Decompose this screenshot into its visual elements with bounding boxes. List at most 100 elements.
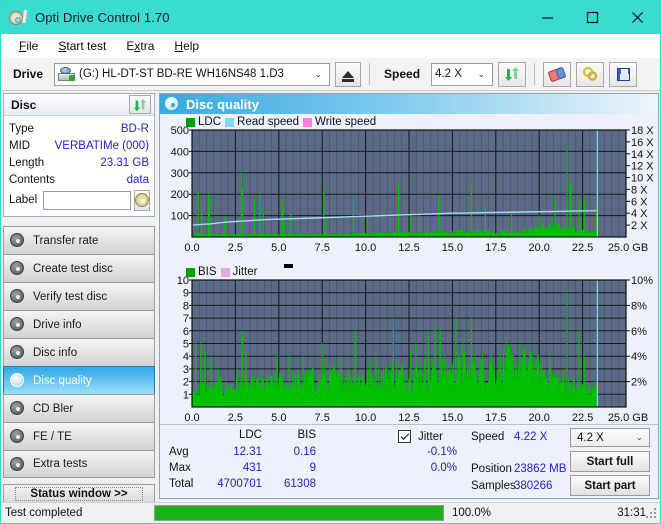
x-tick-label: 0.0 bbox=[184, 412, 199, 424]
scroll-marker bbox=[284, 264, 293, 268]
chevron-down-icon: ⌄ bbox=[314, 68, 323, 79]
stats-avg-bis: 0.16 bbox=[293, 446, 316, 458]
sidebar-item-create-test-disc[interactable]: Create test disc bbox=[3, 254, 155, 282]
stats-jitter-max: 0.0% bbox=[430, 462, 457, 474]
disc-row-type-value: BD-R bbox=[120, 122, 149, 135]
y-tick-label: 8 bbox=[183, 300, 189, 312]
y2-tick-label: 6% bbox=[631, 326, 647, 338]
legend-swatch-ldc bbox=[186, 117, 195, 127]
close-icon[interactable] bbox=[615, 1, 660, 34]
refresh-icon bbox=[505, 67, 520, 81]
x-tick-label: 15.0 bbox=[442, 242, 463, 254]
y2-tick-label: 10% bbox=[631, 275, 653, 287]
menu-file-label: ile bbox=[26, 39, 39, 53]
x-tick-label: 20.0 bbox=[528, 242, 549, 254]
minimize-icon[interactable] bbox=[525, 1, 570, 34]
chevron-down-icon: ⌄ bbox=[635, 432, 643, 442]
status-message: Test completed bbox=[5, 506, 83, 519]
erase-button[interactable] bbox=[543, 61, 572, 87]
x-tick-label: 2.5 bbox=[228, 242, 243, 254]
refresh-button[interactable] bbox=[498, 61, 527, 87]
stats-panel: LDC BIS Avg Max Total 12.31 431 4700701 … bbox=[160, 424, 658, 498]
disc-label-key: Label bbox=[9, 194, 38, 206]
legend-ldc: LDC bbox=[186, 116, 221, 128]
y2-tick-label: 18 X bbox=[631, 125, 654, 137]
speed-label: Speed bbox=[384, 67, 421, 81]
x-tick-label: 2.5 bbox=[228, 412, 243, 424]
progress-bar bbox=[154, 504, 444, 521]
disc-row-mid-value: VERBATIMe (000) bbox=[54, 139, 149, 152]
x-tick-label: 5.0 bbox=[271, 242, 286, 254]
drive-select-value: (G:) HL-DT-ST BD-RE WH16NS48 1.D3 bbox=[79, 68, 284, 80]
start-full-label: Start full bbox=[586, 455, 634, 468]
eject-button[interactable] bbox=[335, 61, 362, 87]
sidebar-item-transfer-rate[interactable]: Transfer rate bbox=[3, 226, 155, 254]
start-part-button[interactable]: Start part bbox=[570, 475, 650, 496]
x-tick-label: 22.5 bbox=[572, 412, 593, 424]
sidebar-item-label: Create test disc bbox=[33, 262, 113, 275]
stats-row-avg: Avg bbox=[169, 446, 189, 458]
y2-tick-label: 10 X bbox=[631, 173, 654, 185]
legend-label-ldc: LDC bbox=[198, 116, 222, 128]
sidebar-item-label: Transfer rate bbox=[33, 234, 99, 247]
menu-extra[interactable]: Extra bbox=[117, 36, 163, 56]
y-tick-label: 100 bbox=[171, 211, 189, 223]
ldc-chart-legend: LDC Read speed Write speed bbox=[186, 116, 376, 128]
disc-panel: Disc Type BD-R MID VERBATIMe (000) Lengt… bbox=[3, 93, 155, 217]
test-speed-select[interactable]: 4.2 X ⌄ bbox=[570, 428, 650, 447]
app-disc-icon bbox=[9, 9, 28, 27]
legend-read-speed: Read speed bbox=[225, 116, 299, 128]
sidebar-item-drive-info[interactable]: Drive info bbox=[3, 310, 155, 338]
legend-swatch-read-speed bbox=[225, 117, 235, 127]
sidebar-item-cd-bler[interactable]: CD Bler bbox=[3, 394, 155, 422]
gear-icon bbox=[582, 66, 598, 81]
disc-refresh-button[interactable] bbox=[129, 95, 151, 114]
disc-label-input[interactable] bbox=[43, 190, 132, 210]
bis-chart-legend: BIS Jitter bbox=[186, 264, 293, 278]
sidebar-item-label: Extra tests bbox=[33, 458, 88, 470]
stats-col-bis: BIS bbox=[297, 429, 316, 441]
sidebar-item-label: FE / TE bbox=[33, 430, 72, 443]
sidebar-item-fe-te[interactable]: FE / TE bbox=[3, 422, 155, 450]
main-panel-header: Disc quality bbox=[160, 94, 658, 114]
stats-speed-label: Speed bbox=[471, 431, 505, 443]
y2-tick-label: 4% bbox=[631, 351, 647, 363]
status-window-button[interactable]: Status window >> bbox=[3, 484, 155, 504]
x-tick-label: 22.5 bbox=[572, 242, 593, 254]
disc-row-length: Length 23.31 GB bbox=[9, 154, 149, 171]
disc-panel-title: Disc bbox=[11, 97, 37, 112]
settings-button[interactable] bbox=[576, 61, 605, 87]
menu-help-label: elp bbox=[183, 39, 200, 53]
toolbar-divider-2 bbox=[534, 63, 536, 85]
resize-grip-icon[interactable] bbox=[646, 508, 658, 520]
legend-label-jitter: Jitter bbox=[232, 266, 258, 278]
menu-file[interactable]: File bbox=[10, 36, 47, 56]
sidebar-item-verify-test-disc[interactable]: Verify test disc bbox=[3, 282, 155, 310]
left-sidebar: Disc Type BD-R MID VERBATIMe (000) Lengt… bbox=[3, 93, 155, 504]
drive-select[interactable]: (G:) HL-DT-ST BD-RE WH16NS48 1.D3 ⌄ bbox=[54, 62, 331, 86]
x-tick-label: 20.0 bbox=[528, 412, 549, 424]
save-button[interactable] bbox=[609, 61, 638, 87]
y2-tick-label: 14 X bbox=[631, 149, 654, 161]
progress-bar-fill bbox=[155, 505, 443, 520]
sidebar-item-label: CD Bler bbox=[33, 402, 74, 415]
toolbar: Drive (G:) HL-DT-ST BD-RE WH16NS48 1.D3 … bbox=[2, 58, 660, 91]
disc-label-button[interactable] bbox=[134, 189, 151, 211]
legend-swatch-bis bbox=[186, 267, 195, 277]
disc-label-row: Label bbox=[9, 189, 151, 211]
menu-start-test[interactable]: Start test bbox=[49, 36, 115, 56]
sidebar-item-disc-info[interactable]: Disc info bbox=[3, 338, 155, 366]
sidebar-item-extra-tests[interactable]: Extra tests bbox=[3, 450, 155, 478]
jitter-checkbox[interactable] bbox=[398, 430, 411, 443]
menu-help[interactable]: Help bbox=[165, 36, 208, 56]
x-tick-label: 10.0 bbox=[355, 412, 376, 424]
sidebar-item-disc-quality[interactable]: Disc quality bbox=[3, 366, 155, 394]
nav-list: Transfer rate Create test disc Verify te… bbox=[3, 226, 155, 478]
x-tick-label: 15.0 bbox=[442, 412, 463, 424]
y-tick-label: 300 bbox=[171, 168, 189, 180]
legend-label-read-speed: Read speed bbox=[237, 116, 300, 128]
start-full-button[interactable]: Start full bbox=[570, 451, 650, 472]
speed-select[interactable]: 4.2 X ⌄ bbox=[431, 62, 494, 86]
maximize-icon[interactable] bbox=[570, 1, 615, 34]
legend-label-bis: BIS bbox=[198, 266, 217, 278]
